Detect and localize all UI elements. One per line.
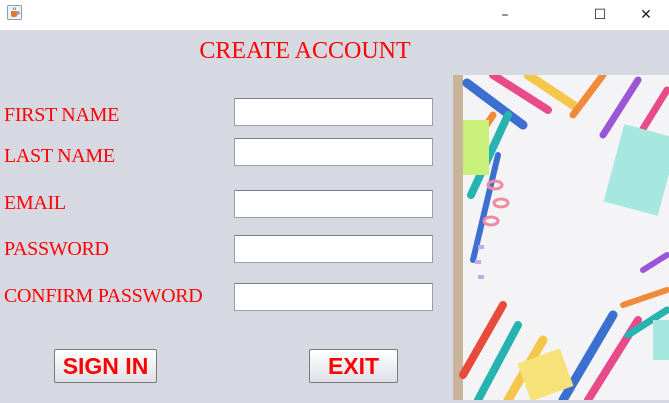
close-icon: ✕ (640, 7, 652, 23)
last-name-field[interactable] (234, 138, 433, 166)
confirm-password-label: CONFIRM PASSWORD (4, 285, 203, 307)
password-field[interactable] (234, 235, 433, 263)
first-name-label: FIRST NAME (4, 104, 119, 126)
last-name-label: LAST NAME (4, 145, 115, 167)
stationery-photo-icon (453, 75, 669, 400)
form-panel: CREATE ACCOUNT FIRST NAME LAST NAME EMAI… (0, 30, 669, 403)
maximize-icon: ☐ (593, 7, 607, 23)
java-cup-icon (7, 5, 22, 20)
email-label: EMAIL (4, 192, 66, 214)
password-label: PASSWORD (4, 238, 109, 260)
close-button[interactable]: ✕ (623, 0, 669, 30)
maximize-button[interactable]: ☐ (577, 0, 623, 30)
title-bar: – ☐ ✕ (0, 0, 669, 30)
minimize-button[interactable]: – (482, 0, 528, 30)
sign-in-button[interactable]: SIGN IN (54, 349, 157, 383)
first-name-field[interactable] (234, 98, 433, 126)
exit-button[interactable]: EXIT (309, 349, 398, 383)
minimize-icon: – (501, 7, 509, 23)
page-title: CREATE ACCOUNT (199, 38, 411, 64)
confirm-password-field[interactable] (234, 283, 433, 311)
email-field[interactable] (234, 190, 433, 218)
